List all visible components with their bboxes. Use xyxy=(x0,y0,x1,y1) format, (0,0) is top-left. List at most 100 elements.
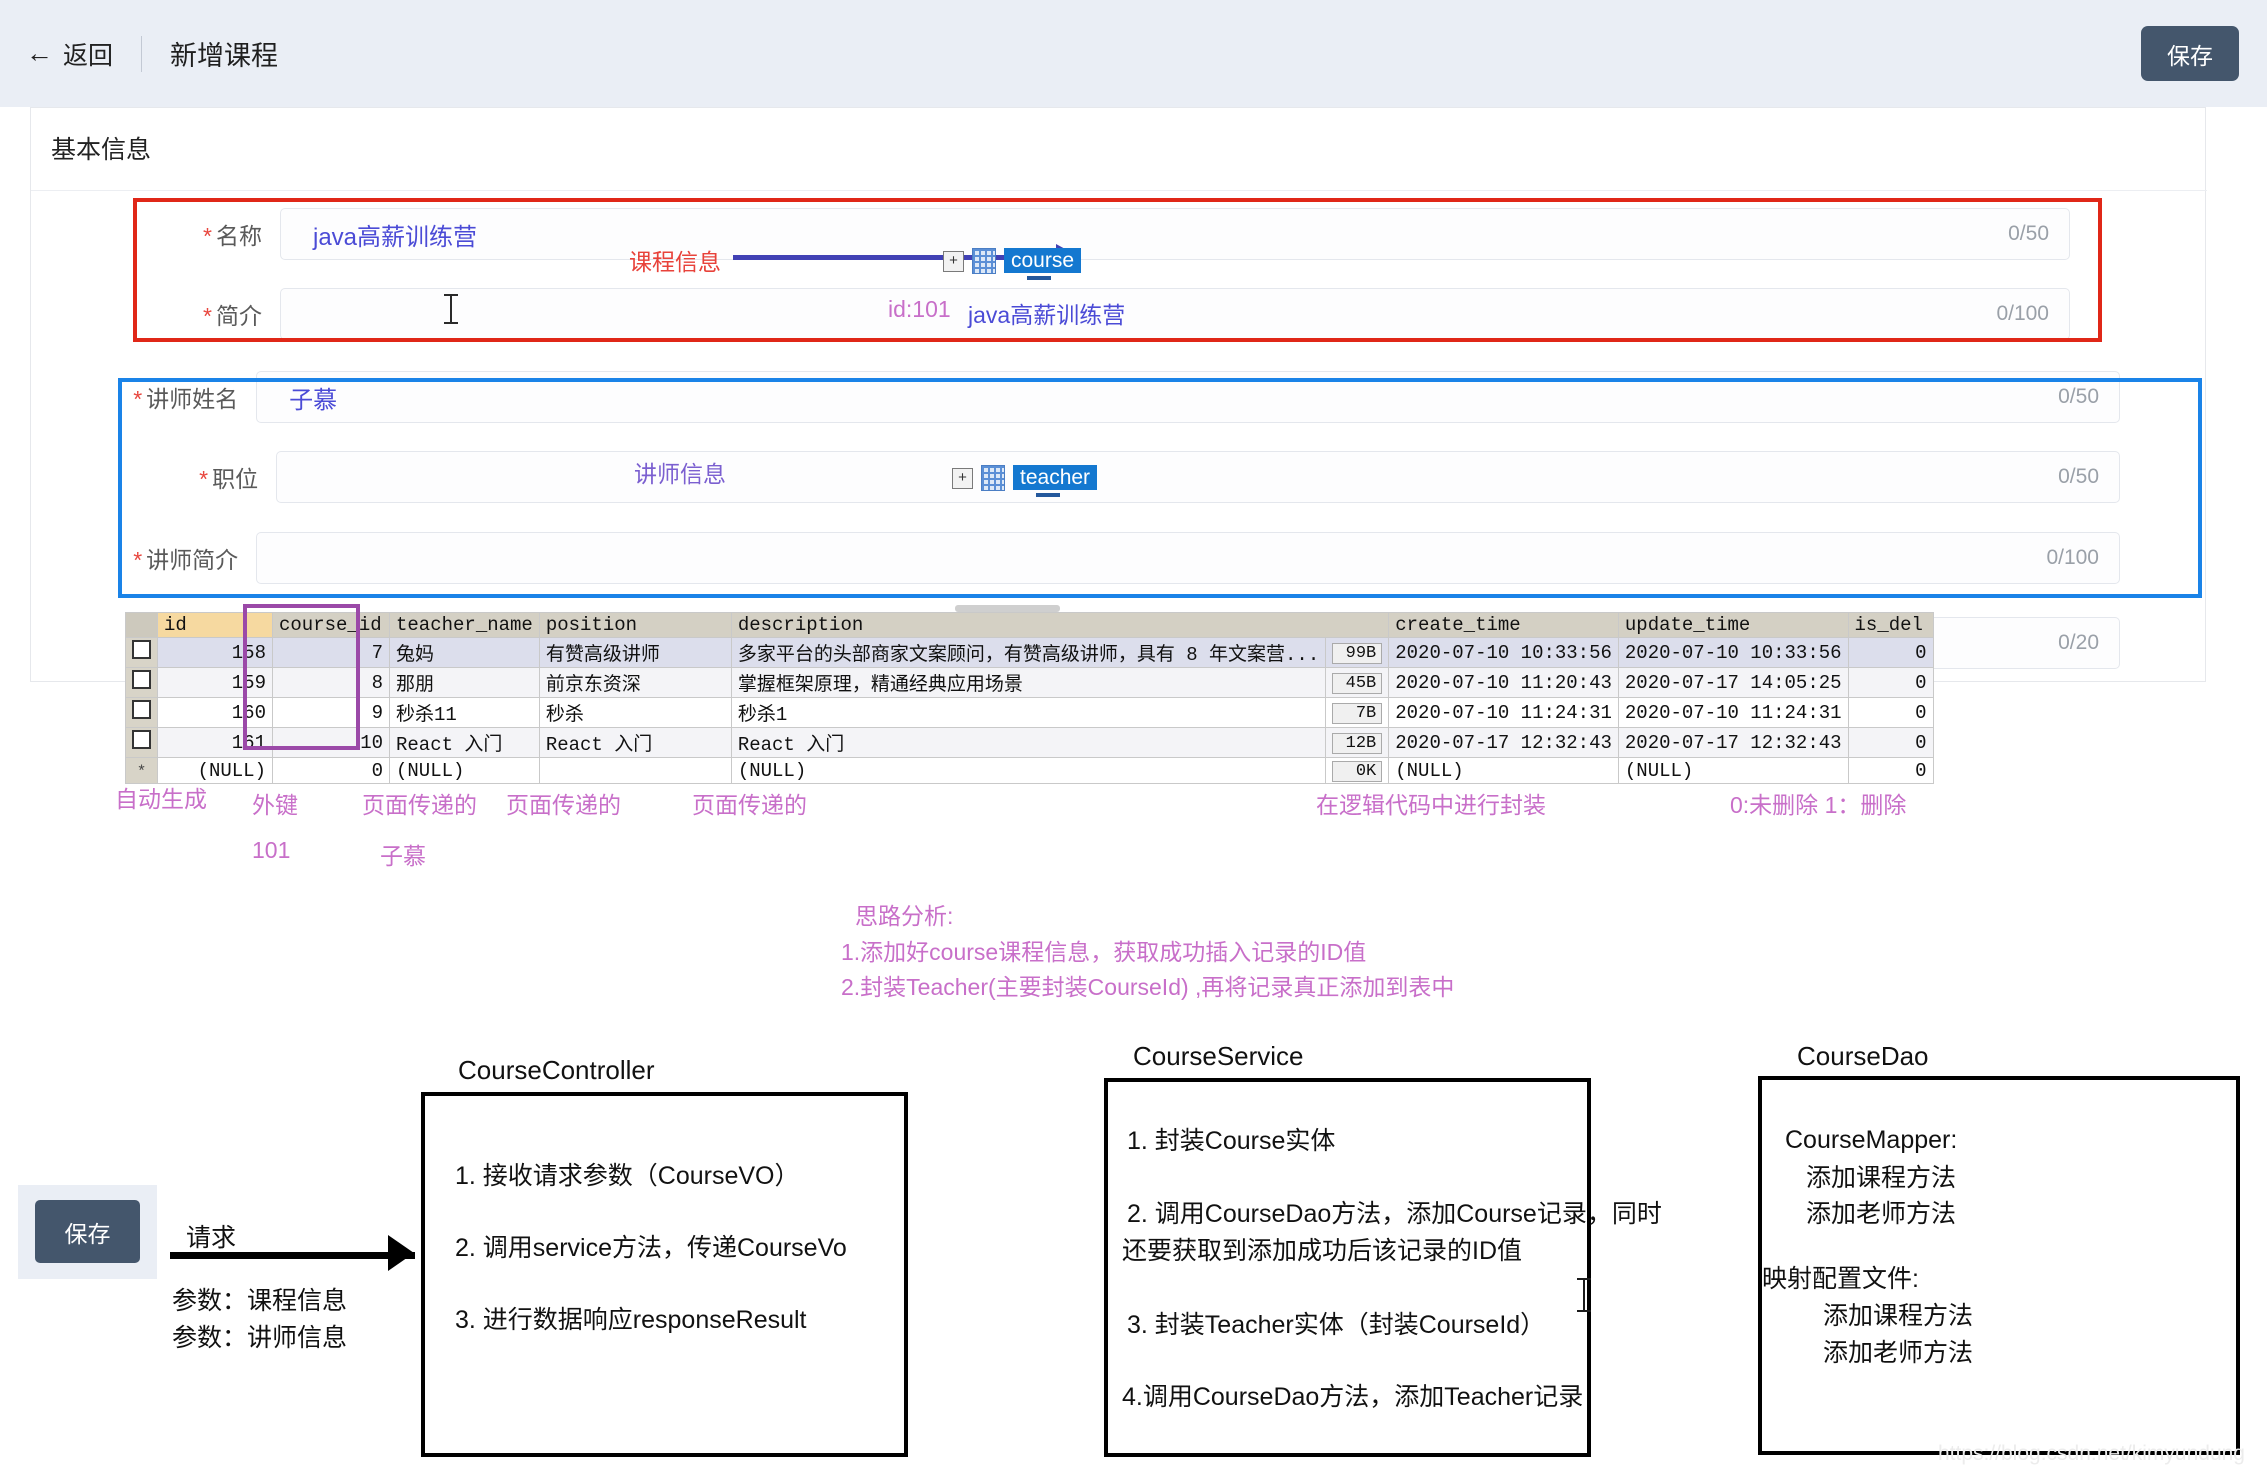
cell-position: React 入门 xyxy=(538,727,732,758)
cell-is-del: 0 xyxy=(1847,637,1934,668)
extra-counter: 0/20 xyxy=(2058,631,2099,654)
note-page-pass-1: 页面传递的 xyxy=(362,792,477,818)
cell-create-time: 2020-07-10 11:20:43 xyxy=(1388,667,1619,698)
required-asterisk: * xyxy=(199,466,209,492)
note-is-del-meaning: 0:未删除 1：删除 xyxy=(1730,792,1907,818)
analysis-step-1: 1.添加好course课程信息，获取成功插入记录的ID值 xyxy=(841,939,1367,965)
flow-arrow-head-icon xyxy=(388,1235,414,1271)
teacher-table-grid[interactable]: id course_id teacher_name position descr… xyxy=(125,612,1934,784)
required-asterisk: * xyxy=(203,303,212,329)
cell-description: (NULL) xyxy=(730,757,1327,784)
app-bar-divider xyxy=(141,35,143,72)
table-row[interactable]: 161 10 React 入门 React 入门 React 入门 12B 20… xyxy=(125,727,1934,758)
teacher-name-input-value: 子慕 xyxy=(289,386,338,414)
cell-create-time: 2020-07-10 10:33:56 xyxy=(1388,637,1619,668)
col-header-id[interactable]: id xyxy=(157,612,273,638)
annotation-teacher-info: 讲师信息 xyxy=(634,461,726,487)
diagram-save-button[interactable]: 保存 xyxy=(35,1200,140,1263)
expand-plus-icon[interactable]: + xyxy=(943,250,964,272)
controller-line-2: 2. 调用service方法，传递CourseVo xyxy=(455,1234,847,1262)
cell-size: 0K xyxy=(1325,757,1390,784)
teacher-name-counter: 0/50 xyxy=(2058,385,2099,408)
cell-position: 前京东资深 xyxy=(538,667,732,698)
form-row-position: * 职位 0/50 xyxy=(150,451,2120,503)
course-table-tag[interactable]: + course xyxy=(943,248,1082,280)
cell-id: (NULL) xyxy=(157,757,273,784)
new-row-marker[interactable]: * xyxy=(125,757,158,784)
col-header-description[interactable]: description xyxy=(730,612,1390,638)
teacher-tag-label: teacher xyxy=(1013,465,1098,490)
form-row-name: * 名称 java高薪训练营 0/50 xyxy=(150,208,2090,260)
cell-is-del: 0 xyxy=(1847,667,1934,698)
save-button[interactable]: 保存 xyxy=(2141,26,2239,81)
dao-box-title: CourseDao xyxy=(1797,1041,1929,1071)
cell-size: 7B xyxy=(1325,697,1390,728)
cell-id: 161 xyxy=(157,727,273,758)
note-auto-generate: 自动生成 xyxy=(115,786,207,812)
cell-teacher-name: React 入门 xyxy=(389,727,540,758)
required-asterisk: * xyxy=(133,547,143,573)
table-grid-icon xyxy=(981,465,1005,491)
text-caret-icon xyxy=(1577,1278,1591,1312)
app-bar: ← 返回 新增课程 保存 xyxy=(0,0,2267,107)
cell-id: 158 xyxy=(157,637,273,668)
table-grid-icon xyxy=(972,248,996,274)
dao-mapper-line-1: 添加课程方法 xyxy=(1806,1164,1957,1192)
position-input[interactable]: 0/50 xyxy=(276,451,2120,503)
table-row[interactable]: 158 7 兔妈 有赞高级讲师 多家平台的头部商家文案顾问，有赞高级讲师，具有 … xyxy=(125,637,1934,668)
label-teacher-intro: * 讲师简介 xyxy=(133,547,239,573)
card-divider xyxy=(31,190,2207,191)
teacher-table-tag[interactable]: + teacher xyxy=(952,465,1098,497)
checkbox-icon xyxy=(132,700,151,719)
intro-input[interactable]: 0/100 xyxy=(280,288,2070,340)
cell-course-id: 9 xyxy=(272,697,390,728)
arrow-left-icon: ← xyxy=(26,38,53,68)
teacher-name-input[interactable]: 子慕 0/50 xyxy=(256,371,2120,423)
form-row-teacher-name: * 讲师姓名 子慕 0/50 xyxy=(130,371,2120,423)
row-select-checkbox[interactable] xyxy=(125,727,158,758)
expand-plus-icon[interactable]: + xyxy=(952,467,973,489)
row-select-checkbox[interactable] xyxy=(125,667,158,698)
col-header-select[interactable] xyxy=(125,612,158,638)
col-header-is-del[interactable]: is_del xyxy=(1847,612,1934,638)
cell-create-time: 2020-07-17 12:32:43 xyxy=(1388,727,1619,758)
cell-course-id: 8 xyxy=(272,667,390,698)
cell-teacher-name: 秒杀11 xyxy=(389,697,540,728)
table-row[interactable]: 159 8 那朋 前京东资深 掌握框架原理，精通经典应用场景 45B 2020-… xyxy=(125,667,1934,698)
controller-line-3: 3. 进行数据响应responseResult xyxy=(455,1306,807,1334)
name-input[interactable]: java高薪训练营 0/50 xyxy=(280,208,2070,260)
table-header-row: id course_id teacher_name position descr… xyxy=(125,612,1934,638)
cell-position xyxy=(538,757,732,784)
cell-description: 掌握框架原理，精通经典应用场景 xyxy=(730,667,1327,698)
cell-update-time: 2020-07-17 12:32:43 xyxy=(1617,727,1849,758)
flow-arrow-line xyxy=(170,1252,415,1259)
annotation-course-name: java高薪训练营 xyxy=(968,302,1126,328)
note-page-pass-3: 页面传递的 xyxy=(692,792,807,818)
annotation-course-info: 课程信息 xyxy=(629,249,721,275)
service-line-2: 2. 调用CourseDao方法，添加Course记录，同时 xyxy=(1127,1200,1662,1228)
back-button[interactable]: ← 返回 xyxy=(26,36,113,72)
table-body: 158 7 兔妈 有赞高级讲师 多家平台的头部商家文案顾问，有赞高级讲师，具有 … xyxy=(125,637,1934,784)
col-header-create-time[interactable]: create_time xyxy=(1388,612,1619,638)
col-header-course-id[interactable]: course_id xyxy=(272,612,390,638)
table-row-new[interactable]: * (NULL) 0 (NULL) (NULL) 0K (NULL) (NULL… xyxy=(125,757,1934,784)
cell-update-time: 2020-07-17 14:05:25 xyxy=(1617,667,1849,698)
note-foreign-key: 外键 xyxy=(252,792,298,818)
col-header-teacher-name[interactable]: teacher_name xyxy=(389,612,540,638)
teacher-intro-input[interactable]: 0/100 xyxy=(256,532,2120,584)
col-header-update-time[interactable]: update_time xyxy=(1617,612,1849,638)
col-header-position[interactable]: position xyxy=(538,612,732,638)
cell-id: 159 xyxy=(157,667,273,698)
row-select-checkbox[interactable] xyxy=(125,697,158,728)
service-box-title: CourseService xyxy=(1133,1041,1304,1071)
cell-description: 多家平台的头部商家文案顾问，有赞高级讲师，具有 8 年文案营... xyxy=(730,637,1327,668)
cell-position: 有赞高级讲师 xyxy=(538,637,732,668)
row-select-checkbox[interactable] xyxy=(125,637,158,668)
analysis-step-2: 2.封装Teacher(主要封装CourseId) ,再将记录真正添加到表中 xyxy=(841,974,1455,1000)
cell-size: 45B xyxy=(1325,667,1390,698)
cell-teacher-name: 那朋 xyxy=(389,667,540,698)
note-page-pass-value: 子慕 xyxy=(380,843,426,869)
grid-scroll-handle[interactable] xyxy=(955,605,1060,612)
table-row[interactable]: 160 9 秒杀11 秒杀 秒杀1 7B 2020-07-10 11:24:31… xyxy=(125,697,1934,728)
intro-counter: 0/100 xyxy=(1996,302,2049,325)
